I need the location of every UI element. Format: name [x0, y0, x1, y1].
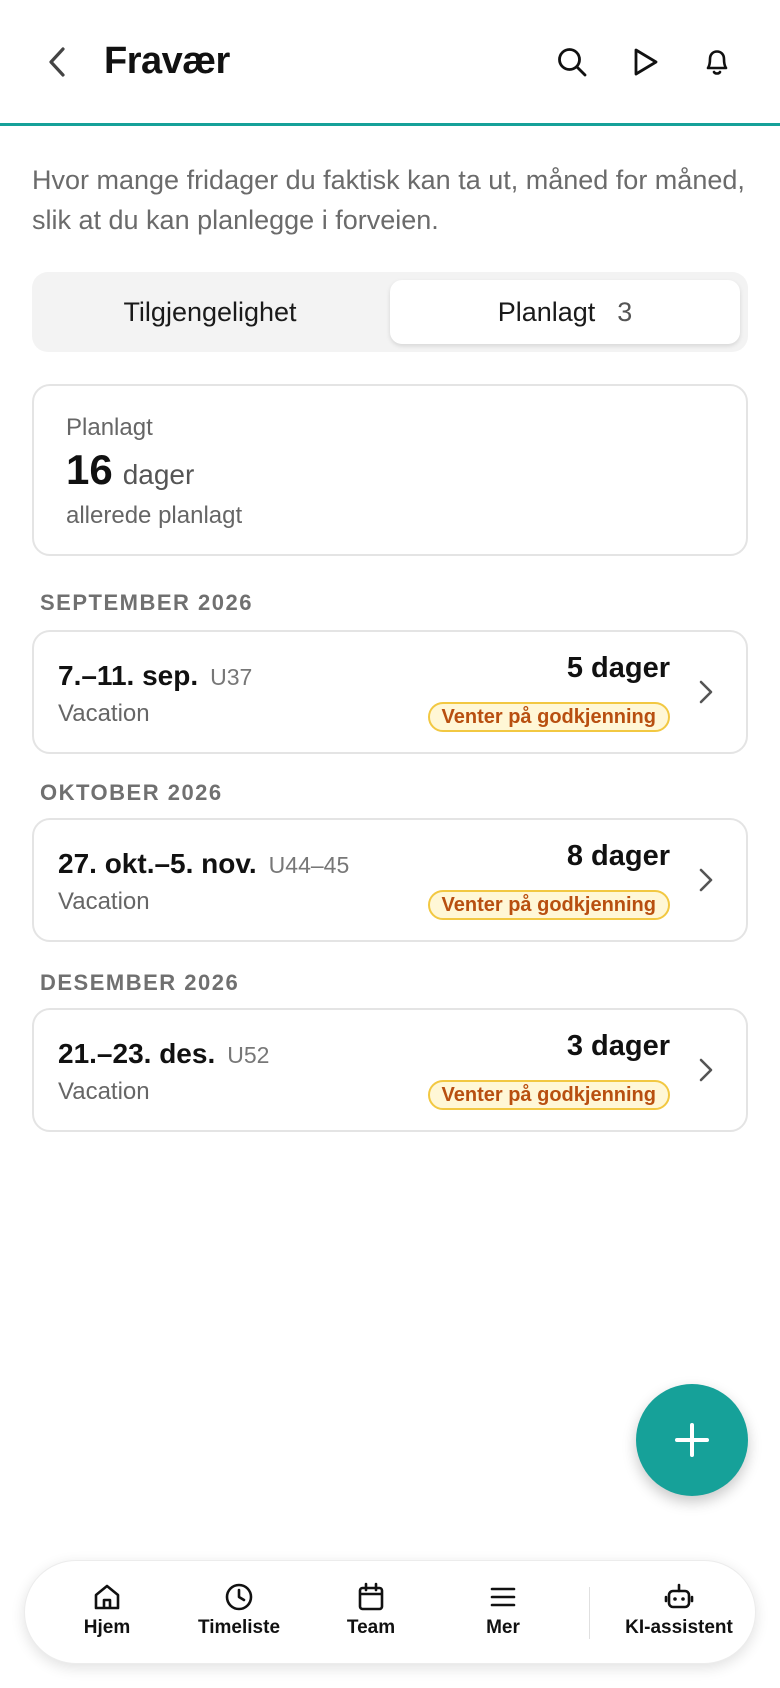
absence-date: 7.–11. sep. — [58, 660, 199, 691]
add-absence-button[interactable] — [636, 1384, 748, 1496]
chevron-right-icon — [692, 678, 720, 706]
nav-team-label: Team — [346, 1617, 396, 1638]
tab-planned-label: Planlagt — [497, 296, 596, 327]
absence-date: 27. okt.–5. nov. — [58, 848, 257, 879]
summary-label: Planlagt — [66, 414, 153, 441]
absence-date: 21.–23. des. — [58, 1038, 216, 1069]
absence-days: 3 dager — [566, 1030, 670, 1062]
nav-ai-assistant[interactable]: KI-assistent — [609, 1581, 749, 1639]
back-button[interactable] — [38, 42, 78, 82]
summary-subtitle: allerede planlagt — [66, 502, 243, 529]
planned-summary-card: Planlagt 16 dager allerede planlagt — [32, 384, 748, 556]
nav-ai-assistant-label: KI-assistent — [625, 1617, 733, 1638]
nav-timesheet[interactable]: Timeliste — [174, 1581, 304, 1639]
chevron-left-icon — [49, 47, 65, 77]
absence-type: Vacation — [58, 700, 150, 727]
app-header: Fravær — [0, 0, 780, 126]
chevron-right-icon — [692, 1056, 720, 1084]
bottom-nav: Hjem Timeliste Team Mer KI-assistent — [24, 1560, 756, 1664]
summary-value: 16 dager — [66, 446, 194, 494]
nav-home-label: Hjem — [83, 1617, 131, 1638]
absence-card[interactable]: 27. okt.–5. nov. U44–45 Vacation 8 dager… — [32, 818, 748, 942]
absence-type: Vacation — [58, 888, 150, 915]
page-title: Fravær — [104, 40, 230, 82]
calendar-icon — [358, 1582, 384, 1611]
intro-text: Hvor mange fridager du faktisk kan ta ut… — [32, 165, 745, 235]
nav-divider — [589, 1587, 590, 1639]
summary-number: 16 — [66, 446, 113, 493]
summary-unit: dager — [122, 459, 195, 490]
month-header: SEPTEMBER 2026 — [40, 590, 253, 615]
nav-home[interactable]: Hjem — [42, 1581, 172, 1639]
play-button[interactable] — [624, 41, 666, 83]
bell-icon — [706, 50, 728, 75]
nav-team[interactable]: Team — [306, 1581, 436, 1639]
nav-timesheet-label: Timeliste — [197, 1617, 281, 1638]
absence-days: 8 dager — [566, 840, 670, 872]
tab-availability-label: Tilgjengelighet — [123, 296, 297, 327]
status-badge: Venter på godkjenning — [427, 890, 670, 920]
absence-type: Vacation — [58, 1078, 150, 1105]
search-button[interactable] — [551, 41, 593, 83]
tab-planned[interactable]: Planlagt 3 — [390, 280, 740, 344]
absence-week: U44–45 — [268, 852, 350, 878]
absence-card[interactable]: 7.–11. sep. U37 Vacation 5 dager Venter … — [32, 630, 748, 754]
tab-planned-count: 3 — [617, 296, 633, 327]
home-icon — [94, 1584, 120, 1610]
absence-week: U52 — [227, 1042, 270, 1068]
status-badge: Venter på godkjenning — [427, 1080, 670, 1110]
segmented-control: Tilgjengelighet Planlagt 3 — [32, 272, 748, 352]
chevron-right-icon — [692, 866, 720, 894]
search-icon — [558, 48, 587, 77]
menu-icon — [490, 1587, 516, 1607]
nav-more[interactable]: Mer — [438, 1581, 568, 1639]
status-badge: Venter på godkjenning — [427, 702, 670, 732]
absence-week: U37 — [210, 664, 253, 690]
month-header: DESEMBER 2026 — [40, 970, 240, 995]
clock-icon — [225, 1583, 253, 1611]
absence-card[interactable]: 21.–23. des. U52 Vacation 3 dager Venter… — [32, 1008, 748, 1132]
notifications-button[interactable] — [696, 41, 738, 83]
absence-days: 5 dager — [566, 652, 670, 684]
month-header: OKTOBER 2026 — [40, 780, 223, 805]
play-icon — [634, 48, 658, 76]
plus-icon — [675, 1423, 709, 1457]
nav-more-label: Mer — [486, 1617, 520, 1638]
robot-icon — [664, 1583, 694, 1609]
tab-availability[interactable]: Tilgjengelighet — [40, 280, 380, 344]
